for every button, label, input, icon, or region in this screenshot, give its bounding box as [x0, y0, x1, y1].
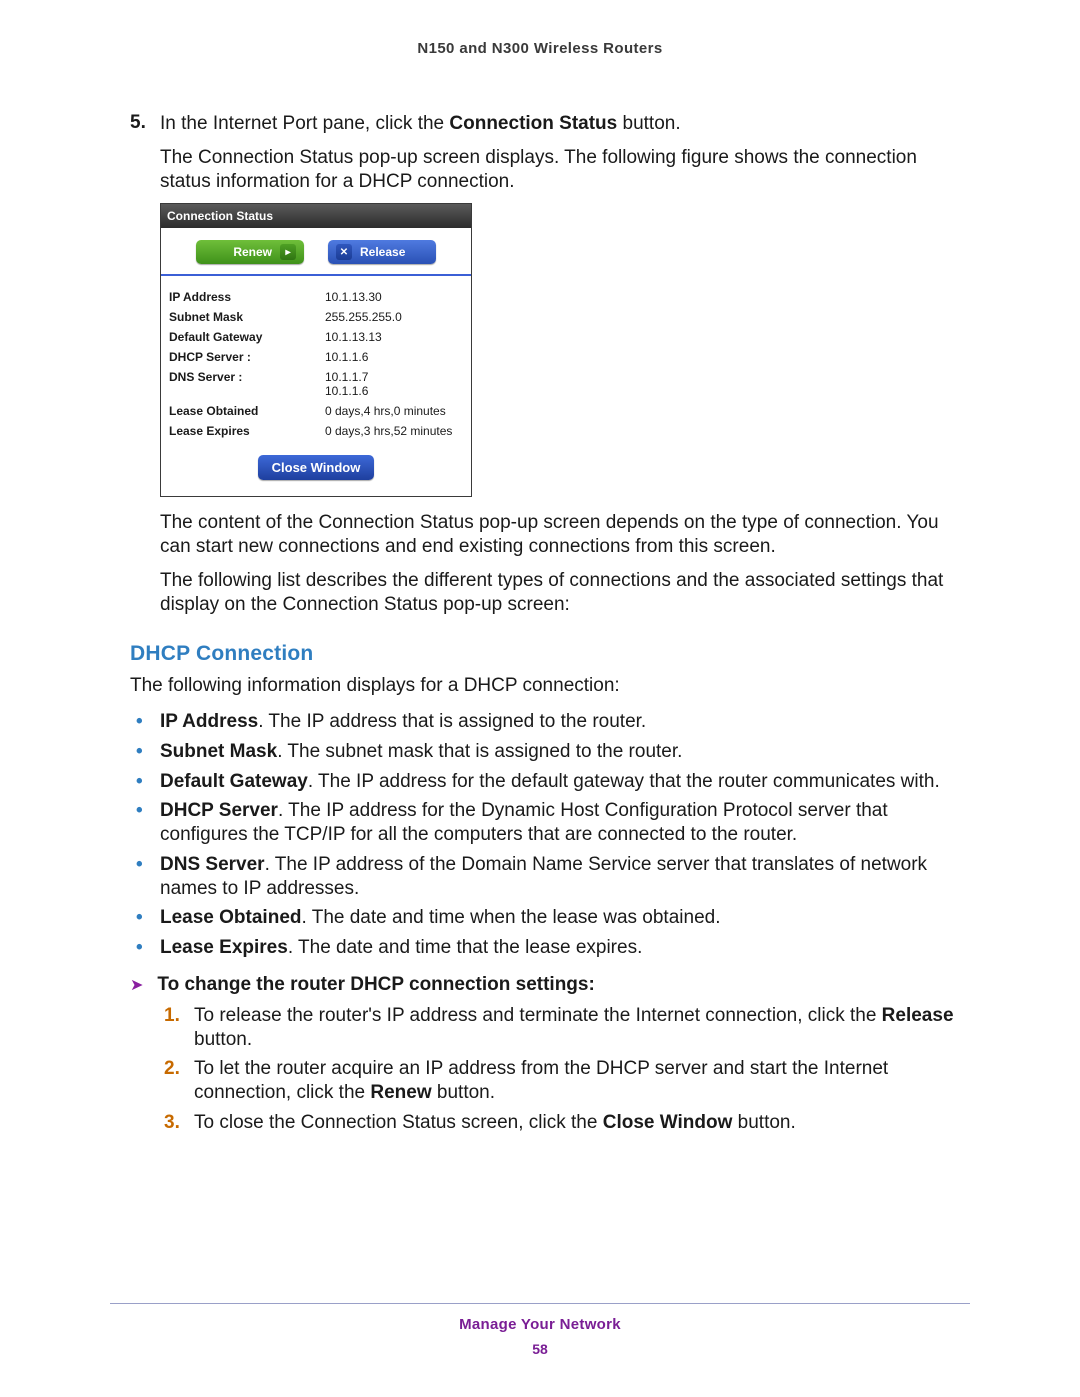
footer-section: Manage Your Network [110, 1316, 970, 1333]
step-pre: To release the router's IP address and t… [194, 1005, 882, 1026]
field-desc: . The IP address for the default gateway… [308, 771, 940, 792]
step-post: button. [732, 1112, 795, 1133]
subnet-value: 255.255.255.0 [317, 307, 471, 327]
renew-label: Renew [233, 245, 272, 259]
procedure-heading: ➤ To change the router DHCP connection s… [130, 974, 970, 996]
dhcp-value: 10.1.1.6 [317, 347, 471, 367]
paragraph-after-figure: The content of the Connection Status pop… [160, 511, 970, 559]
page-number: 58 [110, 1341, 970, 1357]
step-bold: Close Window [603, 1112, 733, 1133]
field-desc: . The subnet mask that is assigned to th… [277, 741, 682, 762]
subnet-label: Subnet Mask [161, 307, 317, 327]
list-item: Lease Obtained. The date and time when t… [130, 906, 970, 930]
table-row: IP Address 10.1.13.30 [161, 276, 471, 307]
dhcp-connection-heading: DHCP Connection [130, 642, 970, 666]
renew-button[interactable]: Renew ▸ [196, 240, 304, 264]
step-text: In the Internet Port pane, click the Con… [160, 112, 970, 136]
list-item: DNS Server. The IP address of the Domain… [130, 853, 970, 901]
dhcp-intro: The following information displays for a… [130, 674, 970, 698]
chevron-right-icon: ➤ [130, 975, 143, 995]
field-name: Default Gateway [160, 771, 308, 792]
table-row: Default Gateway 10.1.13.13 [161, 327, 471, 347]
page-footer: Manage Your Network 58 [110, 1303, 970, 1357]
dhcp-label: DHCP Server : [161, 347, 317, 367]
step-bold: Connection Status [449, 113, 617, 134]
dhcp-fields-list: IP Address. The IP address that is assig… [130, 710, 970, 960]
field-name: IP Address [160, 711, 258, 732]
dns-label: DNS Server : [161, 367, 317, 401]
field-name: Lease Expires [160, 937, 288, 958]
close-icon: ✕ [336, 244, 352, 260]
play-icon: ▸ [280, 244, 296, 260]
lease-expires-value: 0 days,3 hrs,52 minutes [317, 421, 471, 441]
table-row: DHCP Server : 10.1.1.6 [161, 347, 471, 367]
gateway-value: 10.1.13.13 [317, 327, 471, 347]
step-5: 5. In the Internet Port pane, click the … [130, 112, 970, 136]
list-item: IP Address. The IP address that is assig… [130, 710, 970, 734]
lease-expires-label: Lease Expires [161, 421, 317, 441]
status-table: IP Address 10.1.13.30 Subnet Mask 255.25… [161, 276, 471, 441]
table-row: Lease Obtained 0 days,4 hrs,0 minutes [161, 401, 471, 421]
field-name: Lease Obtained [160, 907, 302, 928]
dns-value: 10.1.1.7 10.1.1.6 [317, 367, 471, 401]
table-row: DNS Server : 10.1.1.7 10.1.1.6 [161, 367, 471, 401]
table-row: Subnet Mask 255.255.255.0 [161, 307, 471, 327]
field-name: DNS Server [160, 854, 265, 875]
list-item: To let the router acquire an IP address … [164, 1057, 970, 1105]
ip-value: 10.1.13.30 [317, 276, 471, 307]
field-desc: . The IP address that is assigned to the… [258, 711, 646, 732]
field-desc: . The date and time when the lease was o… [302, 907, 721, 928]
window-title: Connection Status [161, 204, 471, 228]
lease-obtained-value: 0 days,4 hrs,0 minutes [317, 401, 471, 421]
release-label: Release [360, 245, 405, 259]
field-name: Subnet Mask [160, 741, 277, 762]
table-row: Lease Expires 0 days,3 hrs,52 minutes [161, 421, 471, 441]
after-step-paragraph: The Connection Status pop-up screen disp… [160, 146, 970, 194]
list-item: Subnet Mask. The subnet mask that is ass… [130, 740, 970, 764]
step-post: button. [194, 1029, 252, 1050]
procedure-title: To change the router DHCP connection set… [157, 974, 594, 996]
field-desc: . The IP address of the Domain Name Serv… [160, 854, 927, 899]
connection-status-window: Connection Status Renew ▸ ✕ Release IP A… [160, 203, 472, 497]
ip-label: IP Address [161, 276, 317, 307]
gateway-label: Default Gateway [161, 327, 317, 347]
step-pre: To let the router acquire an IP address … [194, 1058, 888, 1103]
lease-obtained-label: Lease Obtained [161, 401, 317, 421]
dns2: 10.1.1.6 [325, 384, 368, 398]
list-item: Lease Expires. The date and time that th… [130, 936, 970, 960]
step-number: 5. [130, 112, 160, 136]
step-pre: In the Internet Port pane, click the [160, 113, 449, 134]
step-pre: To close the Connection Status screen, c… [194, 1112, 603, 1133]
paragraph-types: The following list describes the differe… [160, 569, 970, 617]
release-button[interactable]: ✕ Release [328, 240, 436, 264]
step-bold: Release [882, 1005, 954, 1026]
list-item: Default Gateway. The IP address for the … [130, 770, 970, 794]
close-window-button[interactable]: Close Window [258, 455, 375, 480]
step-post: button. [432, 1082, 495, 1103]
list-item: DHCP Server. The IP address for the Dyna… [130, 799, 970, 847]
page-header: N150 and N300 Wireless Routers [110, 40, 970, 57]
procedure-steps: To release the router's IP address and t… [130, 1004, 970, 1135]
list-item: To release the router's IP address and t… [164, 1004, 970, 1052]
list-item: To close the Connection Status screen, c… [164, 1111, 970, 1135]
step-post: button. [617, 113, 680, 134]
dns1: 10.1.1.7 [325, 370, 368, 384]
field-desc: . The date and time that the lease expir… [288, 937, 643, 958]
step-bold: Renew [370, 1082, 431, 1103]
field-name: DHCP Server [160, 800, 278, 821]
